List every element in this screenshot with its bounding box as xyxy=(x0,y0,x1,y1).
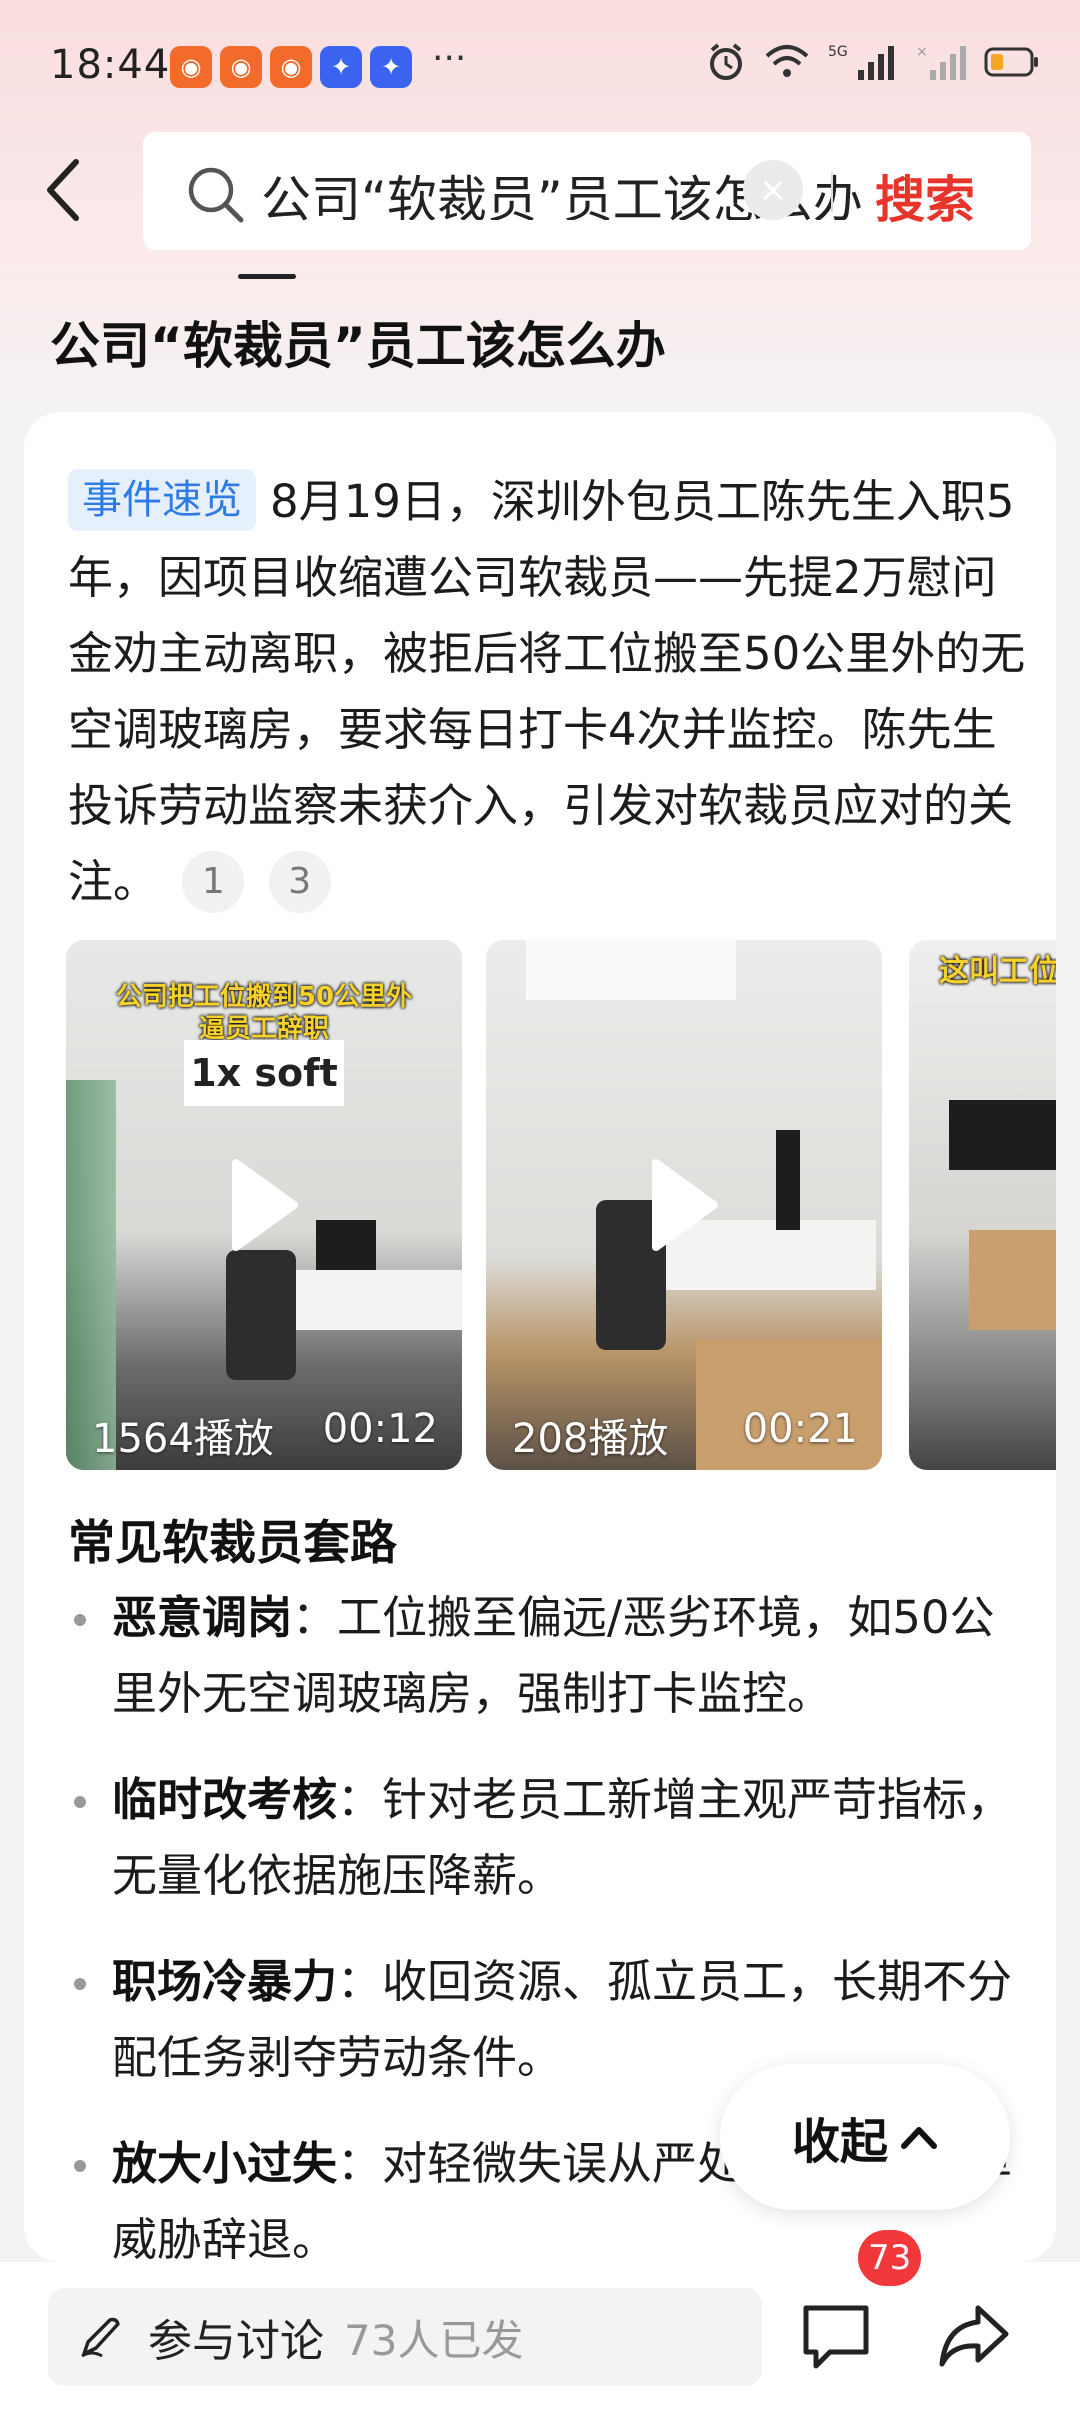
search-submit-button[interactable]: 搜索 xyxy=(875,160,975,232)
app-notification-icon: ◉ xyxy=(270,46,312,88)
list-item-separator: ： xyxy=(337,1955,383,2008)
comment-icon[interactable] xyxy=(800,2302,872,2372)
status-time: 18:44 xyxy=(50,42,171,88)
list-item-term: 恶意调岗 xyxy=(112,1591,293,1644)
citation-3[interactable]: 3 xyxy=(268,851,331,913)
video-card[interactable]: 208播放 00:21 xyxy=(486,940,882,1470)
battery-icon xyxy=(984,47,1038,77)
signal-sim2-icon: × xyxy=(916,44,966,80)
system-indicators: 5G × xyxy=(706,42,1040,82)
more-notifications-icon: ··· xyxy=(432,38,467,79)
list-item-term: 放大小过失 xyxy=(112,2137,338,2190)
status-bar: 18:44 ◉ ◉ ◉ ✦ ✦ ··· 5G × xyxy=(0,0,1080,130)
svg-text:5G: 5G xyxy=(828,44,848,60)
list-item: 临时改考核：针对老员工新增主观严苛指标，无量化依据施压降薪。 xyxy=(68,1762,1028,1914)
search-bar: 公司“软裁员”员工该怎么办 × 搜索 xyxy=(143,132,1031,250)
chevron-up-icon xyxy=(901,2127,937,2149)
app-notification-icon: ✦ xyxy=(370,46,412,88)
video-thumbnail-monitor xyxy=(776,1130,800,1230)
pen-icon xyxy=(81,2317,120,2358)
bottom-bar: 参与讨论 73人已发 xyxy=(0,2262,1080,2412)
clear-search-button[interactable]: × xyxy=(743,160,803,220)
chevron-left-icon xyxy=(47,159,79,221)
wifi-icon xyxy=(765,45,809,77)
signal-5g-icon: 5G xyxy=(828,44,894,80)
list-item-term: 临时改考核 xyxy=(112,1773,338,1826)
search-divider xyxy=(831,172,833,212)
list-item-separator: ： xyxy=(337,1773,383,1826)
video-thumbnail-chair xyxy=(226,1250,296,1380)
list-item-separator: ： xyxy=(337,2137,383,2190)
back-button[interactable] xyxy=(42,150,102,230)
notification-icons: ◉ ◉ ◉ ✦ ✦ xyxy=(170,46,412,88)
video-overlay-caption: 这叫工位 xyxy=(939,954,1056,989)
video-view-count: 1564播放 xyxy=(92,1416,274,1462)
play-icon xyxy=(232,1159,298,1251)
collapse-label: 收起 xyxy=(791,2114,888,2170)
collapse-button[interactable]: 收起 xyxy=(720,2064,1010,2210)
video-view-count: 208播放 xyxy=(512,1416,669,1462)
video-thumbnail-monitor xyxy=(316,1220,376,1270)
app-notification-icon: ✦ xyxy=(320,46,362,88)
video-thumbnail-logo: 1x soft xyxy=(184,1040,344,1106)
ai-answer-card: 事件速览 8月19日，深圳外包员工陈先生入职5年，因项目收缩遭公司软裁员——先提2… xyxy=(24,412,1056,2266)
app-notification-icon: ◉ xyxy=(170,46,212,88)
list-item: 恶意调岗：工位搬至偏远/恶劣环境，如50公里外无空调玻璃房，强制打卡监控。 xyxy=(68,1580,1028,1732)
event-summary-tag: 事件速览 xyxy=(68,469,256,531)
video-card[interactable]: 这叫工位 xyxy=(909,940,1056,1470)
video-carousel[interactable]: 公司把工位搬到50公里外 逼员工辞职 1x soft 1564播放 00:12 xyxy=(66,940,1056,1474)
search-result-page: 18:44 ◉ ◉ ◉ ✦ ✦ ··· 5G × 公司“软裁员”员工该怎么办 ×… xyxy=(0,0,1080,2412)
list-item-separator: ： xyxy=(292,1591,338,1644)
comment-count-badge: 73 xyxy=(858,2230,922,2286)
search-icon xyxy=(188,167,244,223)
video-card[interactable]: 公司把工位搬到50公里外 逼员工辞职 1x soft 1564播放 00:12 xyxy=(66,940,462,1470)
discussion-count: 73人已发 xyxy=(344,2315,524,2365)
section-title: 常见软裁员套路 xyxy=(68,1516,397,1571)
discussion-label: 参与讨论 xyxy=(148,2316,324,2367)
svg-text:×: × xyxy=(916,44,928,60)
discussion-input[interactable]: 参与讨论 73人已发 xyxy=(48,2288,762,2386)
event-summary: 事件速览 8月19日，深圳外包员工陈先生入职5年，因项目收缩遭公司软裁员——先提2… xyxy=(68,464,1028,920)
video-thumbnail-box xyxy=(969,1230,1056,1330)
video-duration: 00:21 xyxy=(742,1406,858,1452)
list-item-term: 职场冷暴力 xyxy=(112,1955,338,2008)
play-icon xyxy=(652,1159,718,1251)
video-duration: 00:12 xyxy=(322,1406,438,1452)
tab-indicator xyxy=(238,274,296,279)
event-summary-text: 8月19日，深圳外包员工陈先生入职5年，因项目收缩遭公司软裁员——先提2万慰问金… xyxy=(68,475,1026,908)
result-title: 公司“软裁员”员工该怎么办 xyxy=(50,317,666,375)
alarm-icon xyxy=(710,43,742,80)
share-icon[interactable] xyxy=(936,2302,1012,2372)
video-thumbnail-monitor xyxy=(949,1100,1056,1170)
citation-1[interactable]: 1 xyxy=(182,851,245,913)
video-thumbnail-light xyxy=(526,940,736,1000)
app-notification-icon: ◉ xyxy=(220,46,262,88)
